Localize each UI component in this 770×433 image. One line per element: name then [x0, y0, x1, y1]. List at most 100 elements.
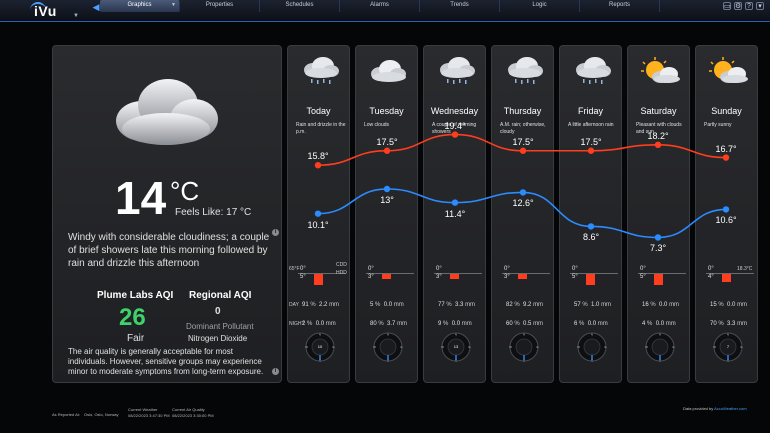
tab-schedules[interactable]: Schedules [260, 0, 340, 12]
low-temp-label: 11.4° [444, 208, 466, 219]
window-controls: ▭ ⚙ ? ▾ [723, 2, 764, 10]
day-precip: 16 % 0.0 mm [642, 302, 680, 308]
forecast-day-sunday[interactable]: Sunday Partly sunny 0° 4° 15 % 0.0 mm 70 % 3.… [695, 45, 758, 383]
info-icon[interactable]: i [272, 368, 279, 375]
svg-text:13: 13 [454, 344, 459, 349]
day-description: A little afternoon rain [568, 122, 614, 128]
feels-like: Feels Like: 17 °C [175, 207, 252, 218]
plume-aqi-value: 26 [119, 304, 146, 331]
location: Oslo, Oslo, Norway [84, 412, 119, 417]
rain-cloud-icon [304, 57, 339, 84]
hdd-label: HDD [336, 270, 347, 276]
day-label: DAY [289, 302, 299, 308]
rain-cloud-icon [440, 57, 475, 84]
day-name: Thursday [503, 106, 542, 116]
wind-compass-icon: NSW E7 [713, 332, 743, 363]
air-quality-time: 08/22/2023 3:30:00 PM [172, 413, 214, 418]
high-temp-label: 17.5° [512, 136, 534, 147]
degree-days-top: 0° [572, 266, 578, 272]
info-icon[interactable]: i [272, 229, 279, 236]
partly-sunny-icon [709, 57, 748, 83]
svg-text:E: E [468, 345, 470, 349]
reported-label: As Reported At: [52, 412, 81, 417]
degree-days-bottom: 3° [504, 274, 510, 280]
svg-text:N: N [387, 333, 389, 337]
high-temp-label: 18.2° [647, 130, 669, 141]
accuweather-link[interactable]: AccuWeather.com [714, 406, 746, 411]
night-precip: 70 % 3.3 mm [710, 321, 748, 327]
high-temp-label: 19.4° [444, 120, 466, 131]
svg-text:E: E [672, 345, 674, 349]
tab-properties[interactable]: Properties [180, 0, 260, 12]
degree-days-bar [722, 274, 731, 282]
temperature-unit: °C [170, 176, 200, 206]
day-name: Wednesday [430, 106, 479, 116]
svg-text:N: N [523, 333, 525, 337]
day-description: Rain and drizzle in the p.m. [296, 122, 346, 135]
forecast-day-tuesday[interactable]: Tuesday Low clouds 0° 3° 5 % 0.0 mm 80 % 3.7 … [355, 45, 418, 383]
forecast-day-friday[interactable]: Friday A little afternoon rain 0° 5° 57 % 1.… [559, 45, 622, 383]
top-navigation-bar: iVu ▼ ◀ Graphics ▼ Properties Schedules … [0, 0, 770, 22]
weather-description: Windy with considerable cloudiness; a co… [68, 232, 270, 269]
degree-days-row: 0° 3° [492, 266, 553, 296]
forecast-day-saturday[interactable]: Saturday Pleasant with clouds and sun 0° 5°… [627, 45, 690, 383]
cloud-icon [371, 60, 406, 82]
low-temp-label: 13° [380, 195, 394, 205]
partly-sunny-icon [641, 57, 680, 83]
current-temperature: 14 [115, 172, 167, 224]
high-temp-label: 16.7° [715, 143, 737, 154]
day-precip: 15 % 0.0 mm [710, 302, 748, 308]
wind-compass-icon: NSW E [645, 332, 675, 363]
degree-days-bottom: 5° [572, 274, 578, 280]
svg-text:N: N [727, 333, 729, 337]
night-precip: 80 % 3.7 mm [370, 321, 408, 327]
degree-days-bottom: 5° [640, 274, 646, 280]
svg-text:N: N [455, 333, 457, 337]
degree-days-bottom: 3° [368, 274, 374, 280]
display-icon[interactable]: ▭ [723, 2, 731, 10]
day-precip: 77 % 3.3 mm [438, 302, 476, 308]
tab-trends[interactable]: Trends [420, 0, 500, 12]
night-precip: 60 % 0.5 mm [506, 321, 544, 327]
forecast-day-today[interactable]: Today Rain and drizzle in the p.m. 0° 5° 91 … [287, 45, 350, 383]
day-description: Partly sunny [704, 122, 732, 128]
tab-logic[interactable]: Logic [500, 0, 580, 12]
degree-days-top: 0° [300, 266, 306, 272]
degree-days-row: 0° 5° [560, 266, 621, 296]
settings-icon[interactable]: ⚙ [734, 2, 742, 10]
help-icon[interactable]: ? [745, 2, 753, 10]
night-precip: 2 % 0.0 mm [302, 321, 336, 327]
svg-text:E: E [740, 345, 742, 349]
low-temp-label: 8.6° [582, 232, 600, 243]
chevron-down-icon[interactable]: ▼ [73, 13, 79, 19]
degree-days-bar [654, 274, 663, 285]
tab-graphics[interactable]: Graphics ▼ [100, 0, 180, 12]
wind-compass-icon: NSW E13 [441, 332, 471, 363]
svg-text:N: N [319, 333, 321, 337]
low-temp-label: 10.6° [715, 215, 737, 226]
air-quality-label: Current Air Quality [172, 407, 205, 412]
cdd-label: CDD [336, 262, 347, 268]
day-name: Sunday [711, 106, 742, 116]
tab-alarms[interactable]: Alarms [340, 0, 420, 12]
forecast-day-thursday[interactable]: Thursday A.M. rain; otherwise, cloudy 0° 3°… [491, 45, 554, 383]
day-name: Tuesday [369, 106, 404, 116]
tab-reports[interactable]: Reports [580, 0, 660, 12]
degree-days-top: 0° [640, 266, 646, 272]
degree-days-bar [450, 274, 459, 279]
degree-days-bottom: 5° [300, 274, 306, 280]
wind-compass-icon: NSW E [577, 332, 607, 363]
day-name: Friday [577, 106, 603, 116]
low-temp-label: 12.6° [512, 198, 534, 209]
menu-icon[interactable]: ▾ [756, 2, 764, 10]
low-temp-label: 10.1° [307, 219, 329, 230]
current-weather-time: 08/22/2023 3:47:30 PM [128, 413, 170, 418]
day-precip: 57 % 1.0 mm [574, 302, 612, 308]
app-logo[interactable]: iVu ▼ [0, 0, 80, 22]
degree-days-bar [586, 274, 595, 285]
main-tabs: Graphics ▼ Properties Schedules Alarms T… [100, 0, 660, 14]
high-temp-label: 17.5° [376, 136, 398, 147]
chevron-down-icon[interactable]: ▼ [171, 0, 176, 11]
current-weather-label: Current Weather [128, 407, 158, 412]
rain-cloud-icon [508, 57, 543, 84]
